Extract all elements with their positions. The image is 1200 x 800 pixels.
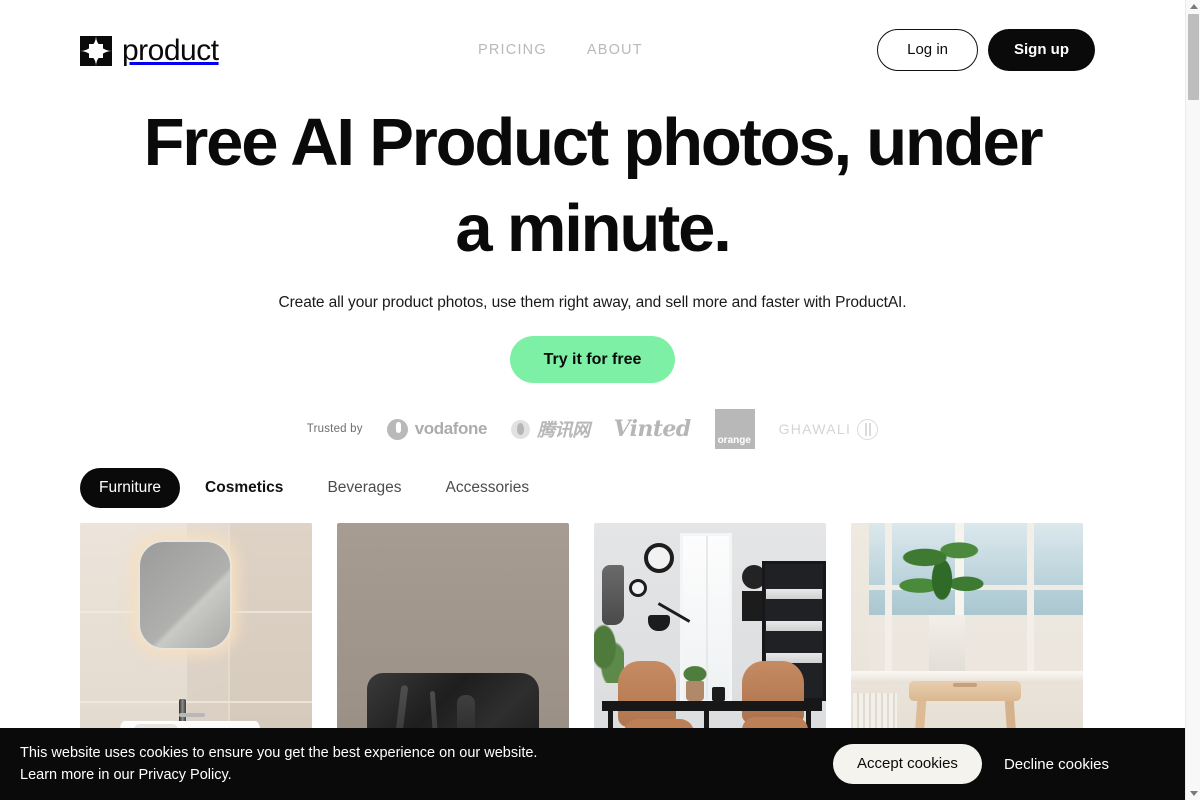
tab-beverages[interactable]: Beverages [308, 468, 420, 508]
scroll-down-arrow-icon[interactable] [1186, 787, 1200, 800]
ghawali-emblem-icon [857, 418, 879, 440]
scrollbar-thumb[interactable] [1188, 14, 1199, 100]
page-title: Free AI Product photos, under a minute. [143, 105, 1044, 266]
logo-link[interactable]: product [80, 35, 219, 67]
vodafone-icon [386, 418, 408, 440]
scroll-up-arrow-icon[interactable] [1186, 0, 1200, 13]
penguin-icon [511, 419, 531, 439]
login-button[interactable]: Log in [877, 29, 978, 71]
hero-section: Free AI Product photos, under a minute. … [0, 100, 1185, 449]
trusted-by-row: Trusted by vodafone 腾讯网 Vinted orange GH… [0, 409, 1185, 449]
hero-subheadline: Create all your product photos, use them… [278, 294, 907, 311]
logo-vinted: Vinted [613, 416, 692, 442]
cookie-banner: This website uses cookies to ensure you … [0, 728, 1185, 800]
page-viewport: product PRICING ABOUT Log in Sign up Fre… [0, 0, 1185, 800]
decline-cookies-button[interactable]: Decline cookies [1004, 756, 1109, 773]
logo-tencent: 腾讯网 [511, 416, 590, 442]
cookie-message-line1: This website uses cookies to ensure you … [20, 745, 538, 761]
vodafone-label: vodafone [414, 419, 488, 438]
tab-furniture[interactable]: Furniture [80, 468, 181, 508]
trusted-by-label: Trusted by [306, 423, 363, 435]
hero-cta-wrap: Try it for free [0, 336, 1185, 383]
signup-button[interactable]: Sign up [988, 29, 1095, 71]
accept-cookies-button[interactable]: Accept cookies [833, 744, 982, 784]
browser-page: product PRICING ABOUT Log in Sign up Fre… [0, 0, 1200, 800]
cookie-learn-more-prefix: Learn more in our [20, 767, 139, 783]
four-petal-flower-icon [80, 36, 112, 66]
vinted-label: Vinted [613, 416, 692, 442]
logo-orange: orange [714, 409, 755, 449]
logo-text: product [122, 34, 219, 67]
cookie-message: This website uses cookies to ensure you … [20, 742, 537, 786]
header-actions: Log in Sign up [877, 29, 1095, 71]
cookie-actions: Accept cookies Decline cookies [833, 744, 1109, 784]
category-tabs: Furniture Cosmetics Beverages Accessorie… [80, 468, 548, 508]
cookie-learn-more-suffix: . [227, 767, 232, 783]
main-nav: PRICING ABOUT [478, 41, 643, 59]
try-it-for-free-button[interactable]: Try it for free [509, 336, 676, 383]
logo-vodafone: vodafone [386, 418, 488, 440]
tencent-label: 腾讯网 [537, 420, 590, 441]
site-header: product PRICING ABOUT Log in Sign up [0, 0, 1185, 100]
vertical-scrollbar[interactable] [1185, 0, 1200, 800]
privacy-policy-link[interactable]: Privacy Policy [138, 767, 227, 783]
tab-accessories[interactable]: Accessories [427, 468, 549, 508]
tab-cosmetics[interactable]: Cosmetics [186, 468, 302, 508]
orange-label: orange [717, 435, 751, 446]
nav-item-pricing[interactable]: PRICING [478, 41, 547, 59]
logo-ghawali: GHAWALI [778, 418, 879, 440]
ghawali-label: GHAWALI [778, 421, 852, 437]
cookie-message-line2: Learn more in our Privacy Policy. [20, 764, 537, 786]
nav-item-about[interactable]: ABOUT [587, 41, 643, 59]
